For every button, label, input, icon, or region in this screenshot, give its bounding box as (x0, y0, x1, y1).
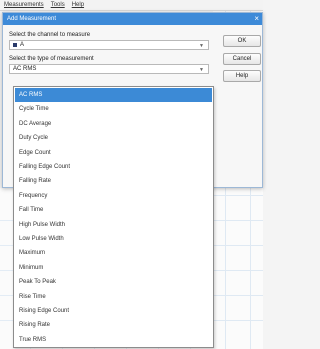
menu-help[interactable]: Help (72, 2, 84, 8)
dropdown-option[interactable]: Edge Count (15, 146, 212, 160)
dialog-titlebar: Add Measurement × (3, 13, 262, 25)
cancel-button[interactable]: Cancel (223, 53, 261, 65)
measurement-type-select[interactable]: AC RMS ▼ (9, 64, 209, 74)
dropdown-option[interactable]: True RMS (15, 333, 212, 347)
channel-value: A (20, 42, 25, 48)
dropdown-option[interactable]: Rising Edge Count (15, 304, 212, 318)
channel-color-swatch (13, 43, 17, 47)
channel-select[interactable]: A ▼ (9, 40, 209, 50)
dropdown-option[interactable]: Rise Time (15, 290, 212, 304)
chevron-down-icon: ▼ (199, 43, 204, 49)
menu-measurements[interactable]: Measurements (4, 2, 44, 8)
measurement-type-dropdown: AC RMS Cycle Time DC Average Duty Cycle Edge… (13, 86, 214, 348)
dropdown-option[interactable]: Cycle Time (15, 102, 212, 116)
dropdown-option[interactable]: Maximum (15, 246, 212, 260)
dropdown-option[interactable]: High Pulse Width (15, 218, 212, 232)
dropdown-option[interactable]: Rising Rate (15, 318, 212, 332)
dropdown-option[interactable]: AC RMS (15, 88, 212, 102)
close-icon[interactable]: × (254, 13, 259, 25)
dropdown-option[interactable]: DC Average (15, 117, 212, 131)
dropdown-option[interactable]: Minimum (15, 261, 212, 275)
dialog-title: Add Measurement (7, 16, 57, 22)
ok-button[interactable]: OK (223, 35, 261, 47)
dropdown-option[interactable]: Falling Edge Count (15, 160, 212, 174)
dropdown-option[interactable]: Duty Cycle (15, 131, 212, 145)
measurement-type-value: AC RMS (13, 66, 37, 72)
dropdown-option[interactable]: Falling Rate (15, 174, 212, 188)
chevron-down-icon: ▼ (199, 67, 204, 73)
dropdown-option[interactable]: Peak To Peak (15, 275, 212, 289)
dropdown-option[interactable]: Low Pulse Width (15, 232, 212, 246)
menu-tools[interactable]: Tools (51, 2, 65, 8)
dropdown-option[interactable]: Fall Time (15, 203, 212, 217)
channel-label: Select the channel to measure (9, 32, 91, 38)
menu-bar: Measurements Tools Help (0, 0, 263, 11)
help-button[interactable]: Help (223, 70, 261, 82)
dropdown-option[interactable]: Frequency (15, 189, 212, 203)
measurement-type-label: Select the type of measurement (9, 56, 94, 62)
